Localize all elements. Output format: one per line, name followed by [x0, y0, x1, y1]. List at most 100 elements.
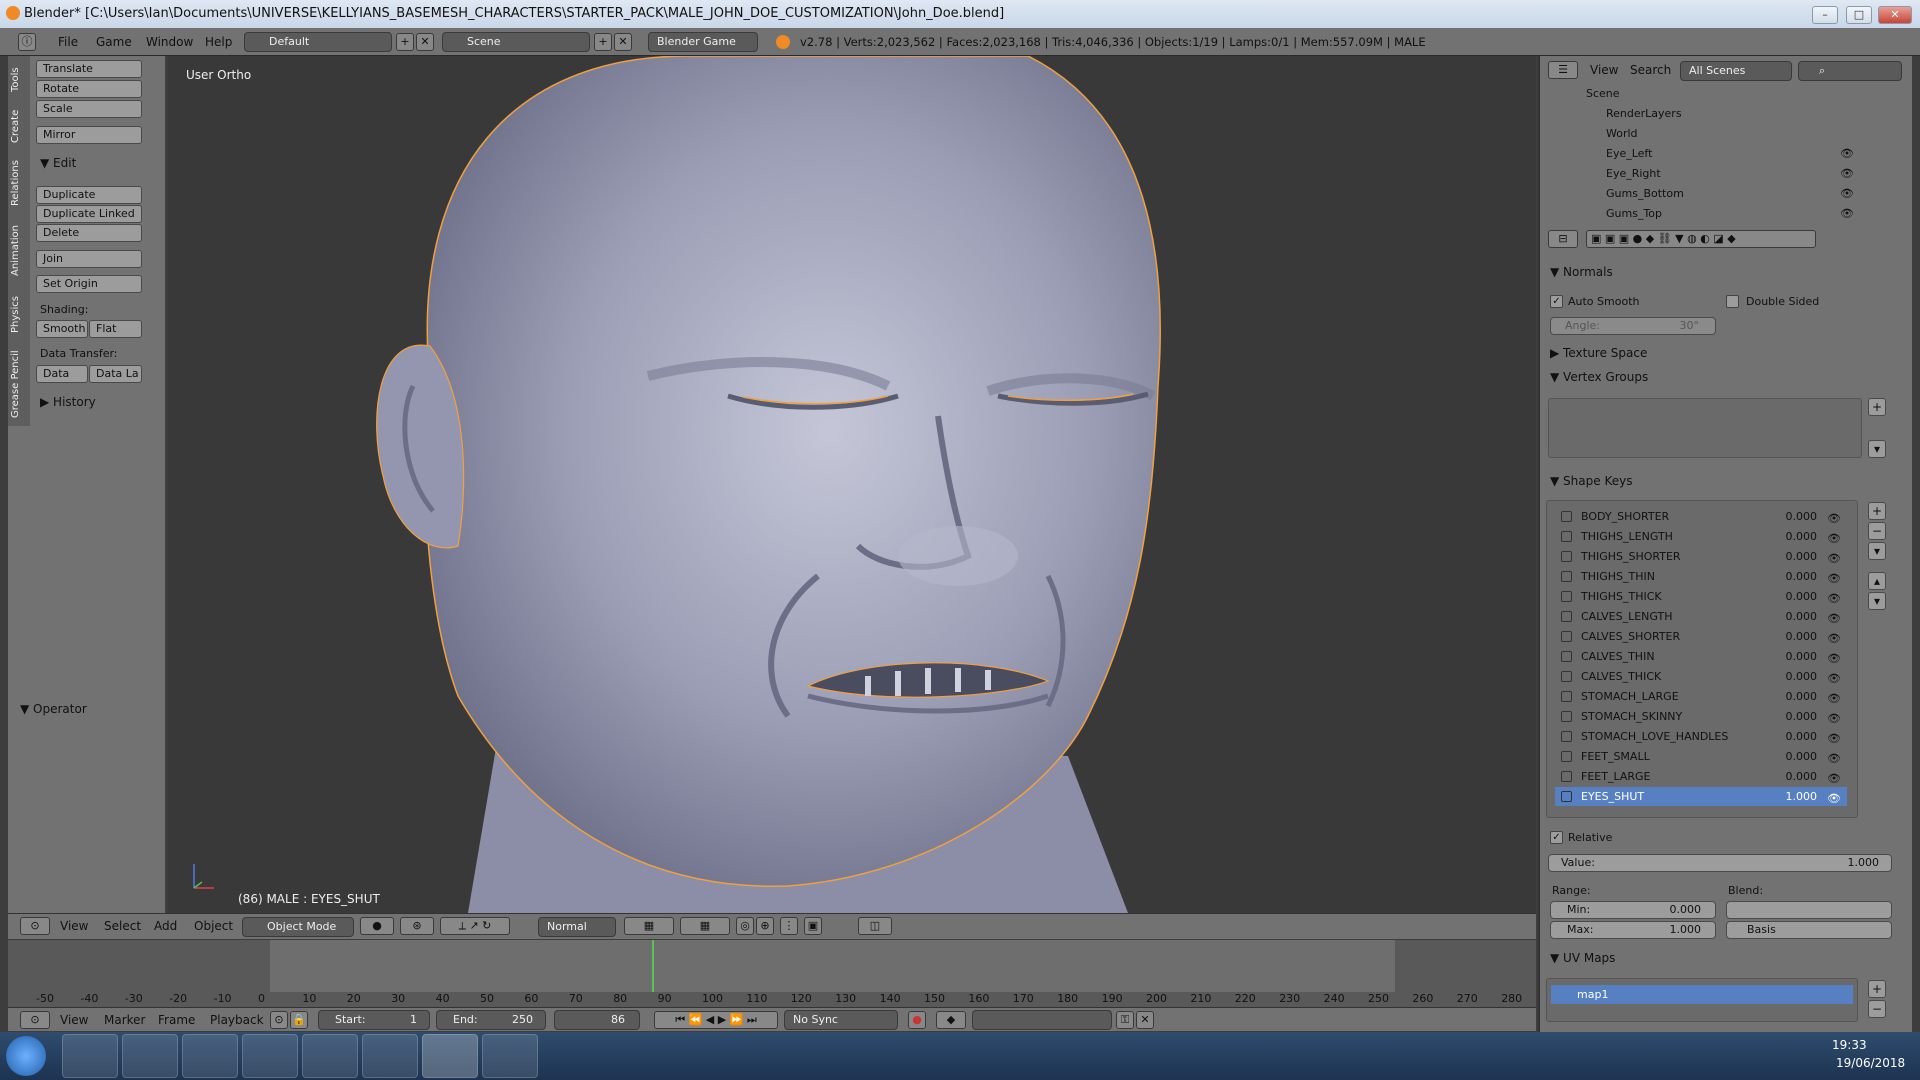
editor-type-icon[interactable]: ☰: [1548, 61, 1578, 79]
shape-key-value[interactable]: 0.000: [1786, 687, 1818, 706]
shape-key-value-field[interactable]: Value: 1.000: [1548, 854, 1892, 872]
range-min-field[interactable]: Min: 0.000: [1550, 901, 1716, 919]
playback-controls[interactable]: ⏮ ⏪ ◀ ▶ ⏩ ⏭: [654, 1011, 778, 1029]
outliner-item-world[interactable]: World: [1606, 127, 1638, 140]
delete-keyframe-icon[interactable]: ✕: [1136, 1011, 1154, 1029]
active-keying-set-field[interactable]: [972, 1010, 1112, 1030]
shape-key-mute-eye-icon[interactable]: 👁: [1827, 609, 1841, 628]
chrome-icon[interactable]: [182, 1034, 238, 1078]
menu-file[interactable]: File: [58, 35, 78, 49]
move-shape-key-up-button[interactable]: ▴: [1868, 572, 1886, 590]
auto-smooth-checkbox[interactable]: ✓: [1550, 295, 1563, 308]
insert-keyframe-icon[interactable]: ⚿: [1116, 1011, 1134, 1029]
shape-key-value[interactable]: 0.000: [1786, 707, 1818, 726]
smooth-button[interactable]: Smooth: [36, 320, 88, 338]
minimize-button[interactable]: –: [1812, 6, 1838, 24]
visibility-eye-icon[interactable]: 👁: [1840, 187, 1854, 200]
timeline-menu-playback[interactable]: Playback: [210, 1013, 264, 1027]
shape-key-mute-eye-icon[interactable]: 👁: [1827, 649, 1841, 668]
preview-range-icon[interactable]: ⊙: [270, 1011, 288, 1029]
tab-tools[interactable]: Tools: [10, 62, 28, 98]
shape-key-value[interactable]: 0.000: [1786, 647, 1818, 666]
tab-grease-pencil[interactable]: Grease Pencil: [10, 346, 28, 422]
file-explorer-icon[interactable]: [122, 1034, 178, 1078]
remove-scene-icon[interactable]: ✕: [614, 33, 632, 51]
uv-maps-panel-header[interactable]: ▼ UV Maps: [1550, 951, 1615, 965]
shape-key-item[interactable]: THIGHS_SHORTER 0.000 👁: [1555, 547, 1847, 566]
shape-key-mute-eye-icon[interactable]: 👁: [1827, 549, 1841, 568]
shape-keys-panel-header[interactable]: ▼ Shape Keys: [1550, 474, 1632, 488]
shape-key-value[interactable]: 0.000: [1786, 767, 1818, 786]
menu-game[interactable]: Game: [96, 35, 132, 49]
sync-selector[interactable]: No Sync: [784, 1010, 898, 1030]
blender-taskbar-icon[interactable]: [422, 1034, 478, 1078]
shape-key-value[interactable]: 1.000: [1786, 787, 1818, 806]
shape-key-item[interactable]: THIGHS_THICK 0.000 👁: [1555, 587, 1847, 606]
head-model[interactable]: [168, 56, 1536, 913]
maximize-button[interactable]: □: [1846, 6, 1872, 24]
shape-key-mute-eye-icon[interactable]: 👁: [1827, 749, 1841, 768]
layers-grid-icon[interactable]: ▦: [624, 917, 674, 935]
viewport-shading-icon[interactable]: ●: [360, 917, 394, 935]
visibility-eye-icon[interactable]: 👁: [1840, 207, 1854, 220]
duplicate-linked-button[interactable]: Duplicate Linked: [36, 205, 142, 223]
angle-field[interactable]: Angle: 30°: [1550, 317, 1716, 335]
add-layout-icon[interactable]: +: [396, 33, 414, 51]
menu-help[interactable]: Help: [205, 35, 232, 49]
shape-key-mute-eye-icon[interactable]: 👁: [1827, 589, 1841, 608]
double-sided-checkbox[interactable]: [1726, 295, 1739, 308]
view3d-menu-add[interactable]: Add: [154, 919, 177, 933]
current-frame-marker[interactable]: [652, 940, 654, 992]
render-icons[interactable]: ◫: [858, 917, 892, 935]
join-button[interactable]: Join: [36, 250, 142, 268]
outliner-item-renderlayers[interactable]: RenderLayers: [1606, 107, 1682, 120]
shape-key-value[interactable]: 0.000: [1786, 507, 1818, 526]
tab-relations[interactable]: Relations: [10, 154, 28, 212]
shape-key-value[interactable]: 0.000: [1786, 627, 1818, 646]
shape-key-item[interactable]: STOMACH_LARGE 0.000 👁: [1555, 687, 1847, 706]
outliner-search-input[interactable]: ⌕: [1798, 61, 1902, 81]
end-frame-field[interactable]: End: 250: [436, 1010, 546, 1030]
shape-key-mute-eye-icon[interactable]: 👁: [1827, 689, 1841, 708]
shape-key-mute-eye-icon[interactable]: 👁: [1827, 629, 1841, 648]
shape-key-item[interactable]: CALVES_THICK 0.000 👁: [1555, 667, 1847, 686]
render-engine-selector[interactable]: Blender Game: [648, 32, 758, 52]
editor-type-icon[interactable]: ⊟: [1548, 230, 1578, 248]
remove-uv-map-button[interactable]: −: [1868, 1000, 1886, 1018]
timeline-menu-view[interactable]: View: [60, 1013, 88, 1027]
properties-context-tabs[interactable]: ▣ ▣ ▣ ● ◆ ⛓ ▼ ◍ ◐ ◪ ◆: [1586, 230, 1816, 248]
mirror-button[interactable]: Mirror: [36, 126, 142, 144]
start-frame-field[interactable]: Start: 1: [318, 1010, 430, 1030]
operator-panel-header[interactable]: ▼ Operator: [20, 702, 87, 716]
vertex-group-specials-button[interactable]: ▾: [1868, 440, 1886, 458]
relative-checkbox[interactable]: ✓: [1550, 831, 1563, 844]
shape-key-value[interactable]: 0.000: [1786, 747, 1818, 766]
start-button[interactable]: [6, 1036, 46, 1076]
outliner-menu-search[interactable]: Search: [1630, 63, 1671, 77]
vertex-groups-panel-header[interactable]: ▼ Vertex Groups: [1550, 370, 1648, 384]
pivot-point-icon[interactable]: ⊛: [400, 917, 434, 935]
shape-key-item[interactable]: STOMACH_LOVE_HANDLES 0.000 👁: [1555, 727, 1847, 746]
view3d-menu-select[interactable]: Select: [104, 919, 141, 933]
close-button[interactable]: ✕: [1878, 6, 1912, 24]
texture-space-panel-header[interactable]: ▶ Texture Space: [1550, 346, 1647, 360]
shape-key-item[interactable]: STOMACH_SKINNY 0.000 👁: [1555, 707, 1847, 726]
shape-key-item[interactable]: BODY_SHORTER 0.000 👁: [1555, 507, 1847, 526]
manipulator-icons[interactable]: ⟂ ↗ ↻: [440, 917, 510, 935]
scale-button[interactable]: Scale: [36, 100, 142, 118]
transform-orientation-selector[interactable]: Normal: [538, 917, 616, 937]
outliner-item-scene[interactable]: Scene: [1586, 87, 1620, 100]
record-icon[interactable]: ●: [908, 1011, 926, 1029]
shape-key-item[interactable]: FEET_LARGE 0.000 👁: [1555, 767, 1847, 786]
outliner-item-eye-left[interactable]: Eye_Left: [1606, 147, 1652, 160]
pixel-app-icon[interactable]: [302, 1034, 358, 1078]
layers-grid-2-icon[interactable]: ▦: [680, 917, 730, 935]
normals-panel-header[interactable]: ▼ Normals: [1550, 265, 1613, 279]
shape-key-value[interactable]: 0.000: [1786, 607, 1818, 626]
shape-key-mute-eye-icon[interactable]: 👁: [1827, 729, 1841, 748]
set-origin-button[interactable]: Set Origin: [36, 275, 142, 293]
paint-icon[interactable]: [482, 1034, 538, 1078]
shape-key-item[interactable]: EYES_SHUT 1.000 👁: [1555, 787, 1847, 806]
visibility-eye-icon[interactable]: 👁: [1840, 167, 1854, 180]
shape-key-value[interactable]: 0.000: [1786, 527, 1818, 546]
